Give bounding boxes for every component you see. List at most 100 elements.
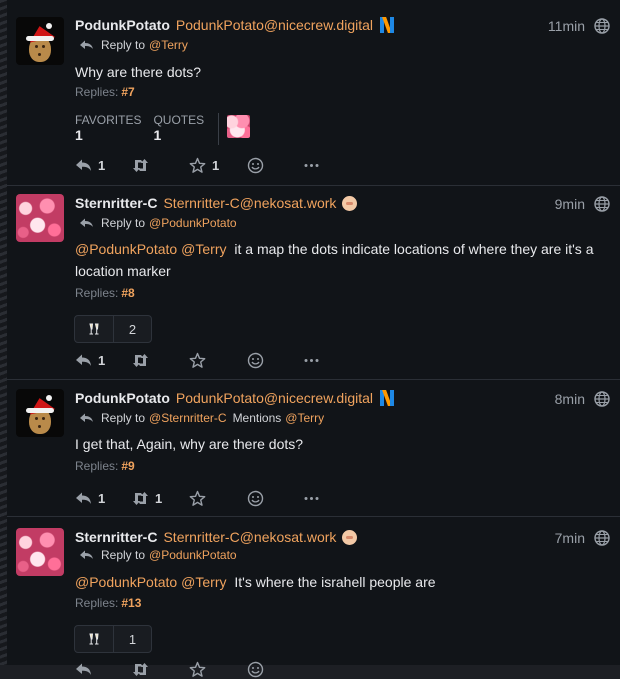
reaction-count: 2 bbox=[128, 321, 137, 337]
reply-arrow-icon bbox=[80, 550, 93, 559]
emoji-react-button[interactable] bbox=[247, 350, 264, 370]
avatar[interactable] bbox=[16, 194, 64, 242]
reply-button[interactable]: 1 bbox=[75, 350, 105, 370]
account-handle[interactable]: Sternritter-C@nekosat.work bbox=[163, 529, 336, 545]
timestamp[interactable]: 11min bbox=[548, 18, 585, 34]
display-name[interactable]: Sternritter-C bbox=[75, 529, 157, 545]
status-header: Sternritter-C Sternritter-C@nekosat.work bbox=[75, 528, 358, 546]
smiley-icon bbox=[247, 661, 264, 677]
avatar[interactable] bbox=[16, 17, 64, 65]
reply-to-mention[interactable]: @PodunkPotato bbox=[149, 216, 237, 230]
status-content: @PodunkPotato @Terry it a map the dots in… bbox=[75, 238, 605, 282]
status-text: I get that, Again, why are there dots? bbox=[75, 436, 304, 452]
favorites-label: FAVORITES bbox=[75, 113, 142, 127]
globe-icon bbox=[594, 196, 610, 212]
reply-to-mention[interactable]: @Terry bbox=[149, 38, 188, 52]
replies-label: Replies: bbox=[75, 286, 119, 300]
champagne-emoji-icon bbox=[75, 626, 114, 652]
more-button[interactable] bbox=[303, 155, 320, 175]
content-mention[interactable]: @PodunkPotato bbox=[75, 574, 177, 590]
more-button[interactable] bbox=[303, 488, 320, 508]
status-actions: 1 1 bbox=[75, 155, 335, 175]
favorites-stat[interactable]: FAVORITES 1 bbox=[75, 113, 141, 149]
repeat-count: 1 bbox=[155, 490, 163, 506]
reply-count: 1 bbox=[98, 352, 106, 368]
emoji-react-button[interactable] bbox=[247, 155, 264, 175]
favorite-button[interactable] bbox=[189, 488, 212, 508]
emoji-react-button[interactable] bbox=[247, 659, 264, 679]
display-name[interactable]: PodunkPotato bbox=[75, 17, 170, 33]
reply-button[interactable]: 1 bbox=[75, 488, 105, 508]
globe-icon bbox=[594, 18, 610, 34]
content-mention[interactable]: @Terry bbox=[181, 241, 226, 257]
star-icon bbox=[189, 661, 206, 677]
quotes-stat[interactable]: QUOTES 1 bbox=[153, 113, 204, 149]
reply-to-line: Reply to @PodunkPotato bbox=[79, 216, 243, 230]
account-handle[interactable]: PodunkPotato@nicecrew.digital bbox=[176, 390, 373, 406]
avatar[interactable] bbox=[16, 528, 64, 576]
quotes-label: QUOTES bbox=[153, 113, 205, 127]
mentions-mention[interactable]: @Terry bbox=[285, 411, 324, 425]
content-mention[interactable]: @Terry bbox=[181, 574, 226, 590]
timestamp[interactable]: 8min bbox=[555, 391, 585, 407]
favorite-button[interactable] bbox=[189, 350, 212, 370]
reply-link[interactable]: #9 bbox=[121, 459, 134, 473]
reply-arrow-icon bbox=[80, 40, 93, 49]
reply-icon bbox=[76, 492, 91, 504]
emoji-reaction[interactable]: 1 bbox=[74, 625, 152, 653]
reply-count: 1 bbox=[98, 157, 106, 173]
status-post: Sternritter-C Sternritter-C@nekosat.work… bbox=[7, 516, 620, 677]
replies-line: Replies: #9 bbox=[75, 459, 135, 473]
emoji-react-button[interactable] bbox=[247, 488, 264, 508]
favorite-button[interactable] bbox=[189, 659, 206, 679]
status-actions: 1 1 bbox=[75, 488, 335, 508]
repeat-button[interactable] bbox=[132, 155, 155, 175]
account-handle[interactable]: PodunkPotato@nicecrew.digital bbox=[176, 17, 373, 33]
display-name[interactable]: Sternritter-C bbox=[75, 195, 157, 211]
repeat-button[interactable] bbox=[132, 350, 155, 370]
more-button[interactable] bbox=[303, 350, 320, 370]
reply-to-mention[interactable]: @Sternritter-C bbox=[149, 411, 227, 425]
conversation-timeline: PodunkPotato PodunkPotato@nicecrew.digit… bbox=[7, 0, 620, 677]
avatar[interactable] bbox=[16, 389, 64, 437]
mentions-label: Mentions bbox=[232, 411, 282, 425]
status-text: It's where the israhell people are bbox=[234, 574, 436, 590]
replies-line: Replies: #8 bbox=[75, 286, 135, 300]
content-mention[interactable]: @PodunkPotato bbox=[75, 241, 177, 257]
globe-icon bbox=[594, 391, 610, 407]
champagne-emoji-icon bbox=[75, 316, 114, 342]
reply-to-mention[interactable]: @PodunkPotato bbox=[149, 548, 237, 562]
timestamp[interactable]: 7min bbox=[555, 530, 585, 546]
reply-icon bbox=[76, 159, 91, 171]
smiley-icon bbox=[247, 490, 264, 506]
star-icon bbox=[189, 490, 206, 506]
display-name[interactable]: PodunkPotato bbox=[75, 390, 170, 406]
timestamp[interactable]: 9min bbox=[555, 196, 585, 212]
star-icon bbox=[189, 352, 206, 368]
ellipsis-icon bbox=[304, 358, 319, 362]
reply-button[interactable] bbox=[75, 659, 92, 679]
reply-to-label: Reply to bbox=[101, 548, 146, 562]
repeat-button[interactable] bbox=[132, 659, 149, 679]
reply-link[interactable]: #13 bbox=[121, 596, 141, 610]
favorited-by-avatar[interactable] bbox=[227, 115, 251, 138]
reply-count: 1 bbox=[98, 490, 106, 506]
favorite-button[interactable]: 1 bbox=[189, 155, 219, 175]
replies-label: Replies: bbox=[75, 459, 119, 473]
reply-arrow-icon bbox=[80, 413, 93, 422]
repeat-icon bbox=[133, 662, 148, 676]
account-handle[interactable]: Sternritter-C@nekosat.work bbox=[163, 195, 336, 211]
instance-badge-icon bbox=[379, 390, 395, 406]
replies-line: Replies: #7 bbox=[75, 85, 135, 99]
status-stats: FAVORITES 1 QUOTES 1 bbox=[75, 113, 251, 149]
favorites-count: 1 bbox=[75, 127, 83, 143]
emoji-reaction[interactable]: 2 bbox=[74, 315, 152, 343]
reply-link[interactable]: #8 bbox=[121, 286, 134, 300]
status-header: PodunkPotato PodunkPotato@nicecrew.digit… bbox=[75, 16, 395, 34]
repeat-button[interactable]: 1 bbox=[132, 488, 162, 508]
globe-icon bbox=[594, 530, 610, 546]
reply-arrow-icon bbox=[80, 218, 93, 227]
reply-button[interactable]: 1 bbox=[75, 155, 105, 175]
reply-icon bbox=[76, 663, 91, 675]
reply-link[interactable]: #7 bbox=[121, 85, 134, 99]
